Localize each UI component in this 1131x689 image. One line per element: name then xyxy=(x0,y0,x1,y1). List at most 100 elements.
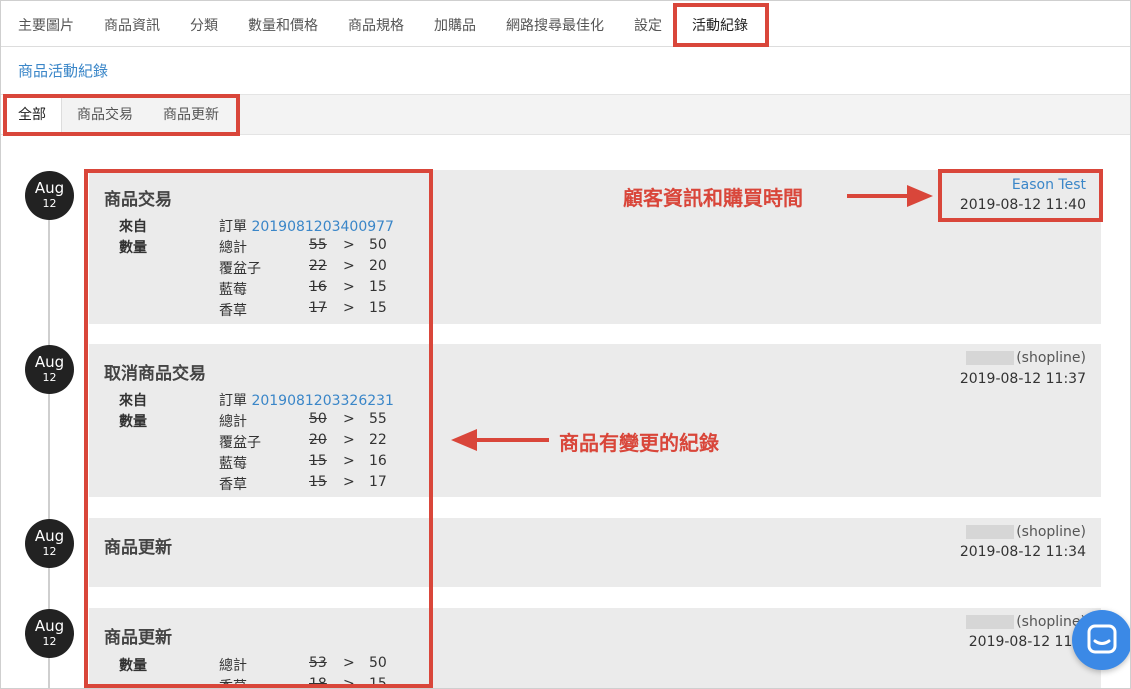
new-value: 20 xyxy=(369,258,387,274)
activity-title: 商品更新 xyxy=(104,628,172,648)
tab-activity-log[interactable]: 活動紀錄 xyxy=(692,1,748,47)
change-item: 藍莓 xyxy=(219,282,247,298)
tab-main-images[interactable]: 主要圖片 xyxy=(18,1,74,47)
quantity-label: 數量 xyxy=(119,414,147,430)
new-value: 22 xyxy=(369,432,387,448)
customer-link[interactable]: Eason Test xyxy=(1012,177,1086,193)
change-item: 香草 xyxy=(219,477,247,493)
old-value: 20 xyxy=(309,432,327,448)
timestamp: 2019-08-12 11:40 xyxy=(959,197,1086,213)
change-arrow: > xyxy=(343,453,355,469)
page-frame: 主要圖片 商品資訊 分類 數量和價格 商品規格 加購品 網路搜尋最佳化 設定 活… xyxy=(0,0,1131,689)
chat-bubble-icon xyxy=(1087,624,1117,654)
change-item: 藍莓 xyxy=(219,456,247,472)
old-value: 50 xyxy=(309,411,327,427)
tab-settings[interactable]: 設定 xyxy=(634,1,662,47)
sub-tab-bar: 全部 商品交易 商品更新 xyxy=(1,94,1130,135)
tab-add-on[interactable]: 加購品 xyxy=(434,1,476,47)
change-arrow: > xyxy=(343,258,355,274)
date-month: Aug xyxy=(34,179,65,197)
chat-button[interactable] xyxy=(1072,610,1130,670)
change-arrow: > xyxy=(343,411,355,427)
change-arrow: > xyxy=(343,300,355,316)
timestamp: 2019-08-12 11:3 xyxy=(968,634,1086,650)
new-value: 15 xyxy=(369,279,387,295)
annotation-arrow-right-icon xyxy=(847,185,933,207)
old-value: 15 xyxy=(309,453,327,469)
change-item: 香草 xyxy=(219,303,247,319)
actor: Eason Test xyxy=(1012,177,1086,193)
old-value: 55 xyxy=(309,237,327,253)
subtab-transactions[interactable]: 商品交易 xyxy=(77,95,133,134)
change-item: 總計 xyxy=(219,658,247,674)
subtab-all[interactable]: 全部 xyxy=(1,95,62,134)
annotation-customer-info: 顧客資訊和購買時間 xyxy=(623,186,803,210)
change-item: 總計 xyxy=(219,414,247,430)
activity-card: 商品更新 (shopline) 2019-08-12 11:34 xyxy=(89,518,1101,587)
new-value: 17 xyxy=(369,474,387,490)
annotation-arrow-left-icon xyxy=(451,429,549,451)
tab-seo[interactable]: 網路搜尋最佳化 xyxy=(506,1,604,47)
redacted-name xyxy=(966,351,1015,365)
date-month: Aug xyxy=(34,353,65,371)
change-arrow: > xyxy=(343,474,355,490)
order-prefix: 訂單 xyxy=(219,219,247,235)
quantity-label: 數量 xyxy=(119,658,147,674)
redacted-name xyxy=(966,615,1015,629)
activity-card: 取消商品交易 來自 訂單 2019081203326231 數量 總計 50 >… xyxy=(89,344,1101,497)
old-value: 53 xyxy=(309,655,327,671)
tab-specs[interactable]: 商品規格 xyxy=(348,1,404,47)
new-value: 55 xyxy=(369,411,387,427)
activity-card: 商品交易 來自 訂單 2019081203400977 數量 總計 55 > 5… xyxy=(89,170,1101,324)
order-ref: 訂單 2019081203400977 xyxy=(219,216,394,236)
from-label: 來自 xyxy=(119,219,147,235)
order-link[interactable]: 2019081203326231 xyxy=(251,393,394,409)
old-value: 17 xyxy=(309,300,327,316)
change-arrow: > xyxy=(343,237,355,253)
order-link[interactable]: 2019081203400977 xyxy=(251,219,394,235)
date-badge: Aug 12 xyxy=(25,345,74,394)
old-value: 18 xyxy=(309,676,327,689)
tab-quantity-price[interactable]: 數量和價格 xyxy=(248,1,318,47)
redacted-name xyxy=(966,525,1015,539)
actor: (shopline) xyxy=(966,524,1086,540)
change-item: 總計 xyxy=(219,240,247,256)
change-item: 覆盆子 xyxy=(219,435,261,451)
date-badge: Aug 12 xyxy=(25,519,74,568)
date-month: Aug xyxy=(34,527,65,545)
new-value: 16 xyxy=(369,453,387,469)
date-day: 12 xyxy=(42,635,57,648)
change-arrow: > xyxy=(343,676,355,689)
activity-title: 取消商品交易 xyxy=(104,364,206,384)
old-value: 15 xyxy=(309,474,327,490)
from-label: 來自 xyxy=(119,393,147,409)
subtab-updates[interactable]: 商品更新 xyxy=(163,95,219,134)
activity-card: 商品更新 數量 總計 53 > 50 香草 18 > 15 (shopline)… xyxy=(89,608,1101,689)
date-day: 12 xyxy=(42,545,57,558)
change-arrow: > xyxy=(343,655,355,671)
new-value: 15 xyxy=(369,676,387,689)
old-value: 22 xyxy=(309,258,327,274)
date-month: Aug xyxy=(34,617,65,635)
new-value: 15 xyxy=(369,300,387,316)
change-arrow: > xyxy=(343,279,355,295)
actor: (shopline) xyxy=(966,614,1086,630)
date-day: 12 xyxy=(42,197,57,210)
change-arrow: > xyxy=(343,432,355,448)
activity-title: 商品更新 xyxy=(104,538,172,558)
tab-product-info[interactable]: 商品資訊 xyxy=(104,1,160,47)
date-badge: Aug 12 xyxy=(25,609,74,658)
old-value: 16 xyxy=(309,279,327,295)
date-badge: Aug 12 xyxy=(25,171,74,220)
actor-name: (shopline) xyxy=(1016,350,1086,366)
tab-category[interactable]: 分類 xyxy=(190,1,218,47)
annotation-change-record: 商品有變更的紀錄 xyxy=(559,431,719,455)
timestamp: 2019-08-12 11:34 xyxy=(959,544,1086,560)
timestamp: 2019-08-12 11:37 xyxy=(959,371,1086,387)
section-title: 商品活動紀錄 xyxy=(18,62,109,80)
change-item: 覆盆子 xyxy=(219,261,261,277)
actor-name: (shopline) xyxy=(1016,524,1086,540)
change-item: 香草 xyxy=(219,679,247,689)
quantity-label: 數量 xyxy=(119,240,147,256)
activity-title: 商品交易 xyxy=(104,190,172,210)
